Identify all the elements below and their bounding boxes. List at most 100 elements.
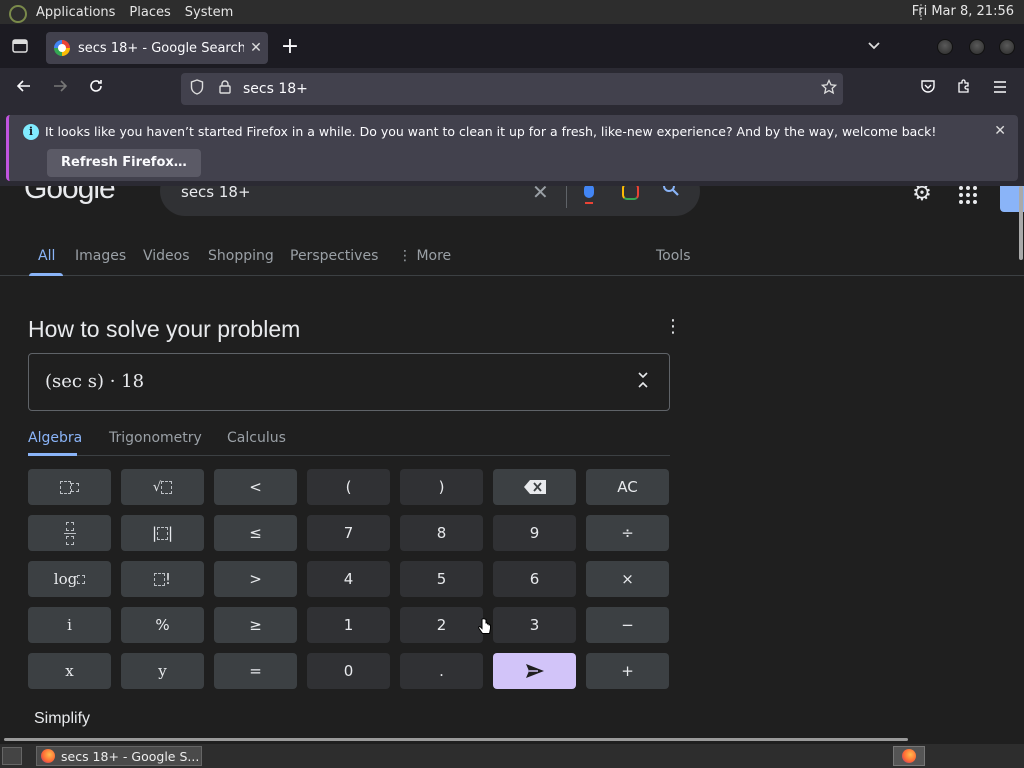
notification-text: It looks like you haven’t started Firefo… xyxy=(45,124,937,139)
key-divide[interactable]: ÷ xyxy=(586,515,669,551)
notification-close-icon[interactable]: ✕ xyxy=(994,123,1006,139)
pocket-icon[interactable] xyxy=(916,77,940,101)
key-less-equal[interactable]: ≤ xyxy=(214,515,297,551)
tab-calculus[interactable]: Calculus xyxy=(227,430,286,446)
places-menu[interactable]: Places xyxy=(125,5,180,20)
applications-menu[interactable]: Applications xyxy=(32,5,125,20)
submit-button[interactable] xyxy=(493,653,576,689)
solver-title: How to solve your problem xyxy=(28,316,301,342)
key-greater-than[interactable]: > xyxy=(214,561,297,597)
close-window-button[interactable] xyxy=(999,39,1015,55)
google-lens-icon[interactable] xyxy=(622,186,639,200)
menu-hamburger-icon[interactable] xyxy=(988,77,1012,101)
tab-trigonometry[interactable]: Trigonometry xyxy=(109,430,202,446)
key-2[interactable]: 2 xyxy=(400,607,483,643)
tab-algebra[interactable]: Algebra xyxy=(28,430,82,446)
tab-shopping[interactable]: Shopping xyxy=(208,248,274,264)
active-tab-indicator xyxy=(29,273,63,276)
key-power[interactable] xyxy=(28,469,111,505)
reload-icon[interactable] xyxy=(84,77,108,101)
tab-title: secs 18+ - Google Search xyxy=(78,40,244,56)
key-4[interactable]: 4 xyxy=(307,561,390,597)
voice-search-icon[interactable] xyxy=(584,186,594,204)
search-input[interactable]: secs 18+ xyxy=(181,186,251,201)
key-x[interactable]: x xyxy=(28,653,111,689)
key-absolute[interactable]: | | xyxy=(121,515,204,551)
new-tab-button[interactable]: + xyxy=(278,36,302,60)
key-9[interactable]: 9 xyxy=(493,515,576,551)
url-bar[interactable]: secs 18+ xyxy=(181,73,843,105)
tab-perspectives[interactable]: Perspectives xyxy=(290,248,378,264)
top-panel: Applications Places System Fri Mar 8, 21… xyxy=(0,0,1024,24)
workspace-firefox-icon[interactable] xyxy=(893,746,925,766)
backspace-icon xyxy=(523,480,546,494)
info-icon: i xyxy=(23,124,39,140)
key-greater-equal[interactable]: ≥ xyxy=(214,607,297,643)
tab-all[interactable]: All xyxy=(38,248,55,264)
tracking-shield-icon[interactable] xyxy=(185,79,209,99)
key-7[interactable]: 7 xyxy=(307,515,390,551)
send-icon xyxy=(525,664,544,678)
maximize-button[interactable] xyxy=(969,39,985,55)
key-8[interactable]: 8 xyxy=(400,515,483,551)
key-fraction[interactable] xyxy=(28,515,111,551)
key-5[interactable]: 5 xyxy=(400,561,483,597)
browser-tab[interactable]: secs 18+ - Google Search ✕ xyxy=(46,32,268,64)
key-multiply[interactable]: × xyxy=(586,561,669,597)
firefox-view-icon[interactable] xyxy=(8,34,32,58)
key-equals[interactable]: = xyxy=(214,653,297,689)
key-6[interactable]: 6 xyxy=(493,561,576,597)
key-y[interactable]: y xyxy=(121,653,204,689)
list-all-tabs-icon[interactable] xyxy=(862,36,886,60)
key-imaginary[interactable]: i xyxy=(28,607,111,643)
show-desktop-icon[interactable] xyxy=(2,747,22,765)
key-factorial[interactable]: ! xyxy=(121,561,204,597)
key-root[interactable]: √ xyxy=(121,469,204,505)
lock-icon[interactable] xyxy=(213,80,237,98)
bookmark-star-icon[interactable] xyxy=(815,78,843,99)
horizontal-scrollbar[interactable] xyxy=(0,738,1024,742)
key-open-paren[interactable]: ( xyxy=(307,469,390,505)
back-icon[interactable] xyxy=(12,77,36,101)
settings-gear-icon[interactable]: ⚙ xyxy=(910,186,934,206)
key-log[interactable]: log xyxy=(28,561,111,597)
forward-icon[interactable] xyxy=(48,77,72,101)
tab-images[interactable]: Images xyxy=(75,248,126,264)
key-3[interactable]: 3 xyxy=(493,607,576,643)
firefox-tray-icon xyxy=(902,749,916,763)
search-icon[interactable] xyxy=(662,186,680,202)
google-apps-icon[interactable] xyxy=(957,186,979,206)
taskbar-window-firefox[interactable]: secs 18+ - Google S... xyxy=(36,746,202,766)
key-1[interactable]: 1 xyxy=(307,607,390,643)
refresh-firefox-button[interactable]: Refresh Firefox… xyxy=(47,149,201,177)
google-logo[interactable]: Google xyxy=(24,186,116,206)
tools-button[interactable]: Tools xyxy=(656,248,691,264)
gnome-foot-icon[interactable] xyxy=(8,3,27,23)
key-close-paren[interactable]: ) xyxy=(400,469,483,505)
key-0[interactable]: 0 xyxy=(307,653,390,689)
url-text[interactable]: secs 18+ xyxy=(243,81,815,97)
key-minus[interactable]: − xyxy=(586,607,669,643)
system-menu[interactable]: System xyxy=(181,5,243,20)
clear-search-icon[interactable]: ✕ xyxy=(532,186,549,204)
minimize-button[interactable] xyxy=(937,39,953,55)
key-backspace[interactable] xyxy=(493,469,576,505)
more-options-icon[interactable]: ⋮ xyxy=(664,316,682,337)
tab-close-icon[interactable]: ✕ xyxy=(244,40,268,56)
tab-more[interactable]: ⋮ More xyxy=(398,248,451,264)
simplify-heading[interactable]: Simplify xyxy=(34,710,90,728)
clock[interactable]: Fri Mar 8, 21:56 xyxy=(912,4,1014,19)
key-all-clear[interactable]: AC xyxy=(586,469,669,505)
horizontal-scroll-thumb[interactable] xyxy=(4,738,908,741)
search-box[interactable]: secs 18+ ✕ xyxy=(160,186,700,216)
key-plus[interactable]: + xyxy=(586,653,669,689)
tab-videos[interactable]: Videos xyxy=(143,248,190,264)
tab-strip: secs 18+ - Google Search ✕ + xyxy=(0,24,1024,68)
extensions-icon[interactable] xyxy=(952,77,976,101)
expression-display[interactable]: (sec s) · 18 xyxy=(28,353,670,411)
key-decimal[interactable]: . xyxy=(400,653,483,689)
navigation-bar: secs 18+ xyxy=(0,68,1024,110)
collapse-icon[interactable] xyxy=(637,370,649,391)
key-less-than[interactable]: < xyxy=(214,469,297,505)
key-percent[interactable]: % xyxy=(121,607,204,643)
